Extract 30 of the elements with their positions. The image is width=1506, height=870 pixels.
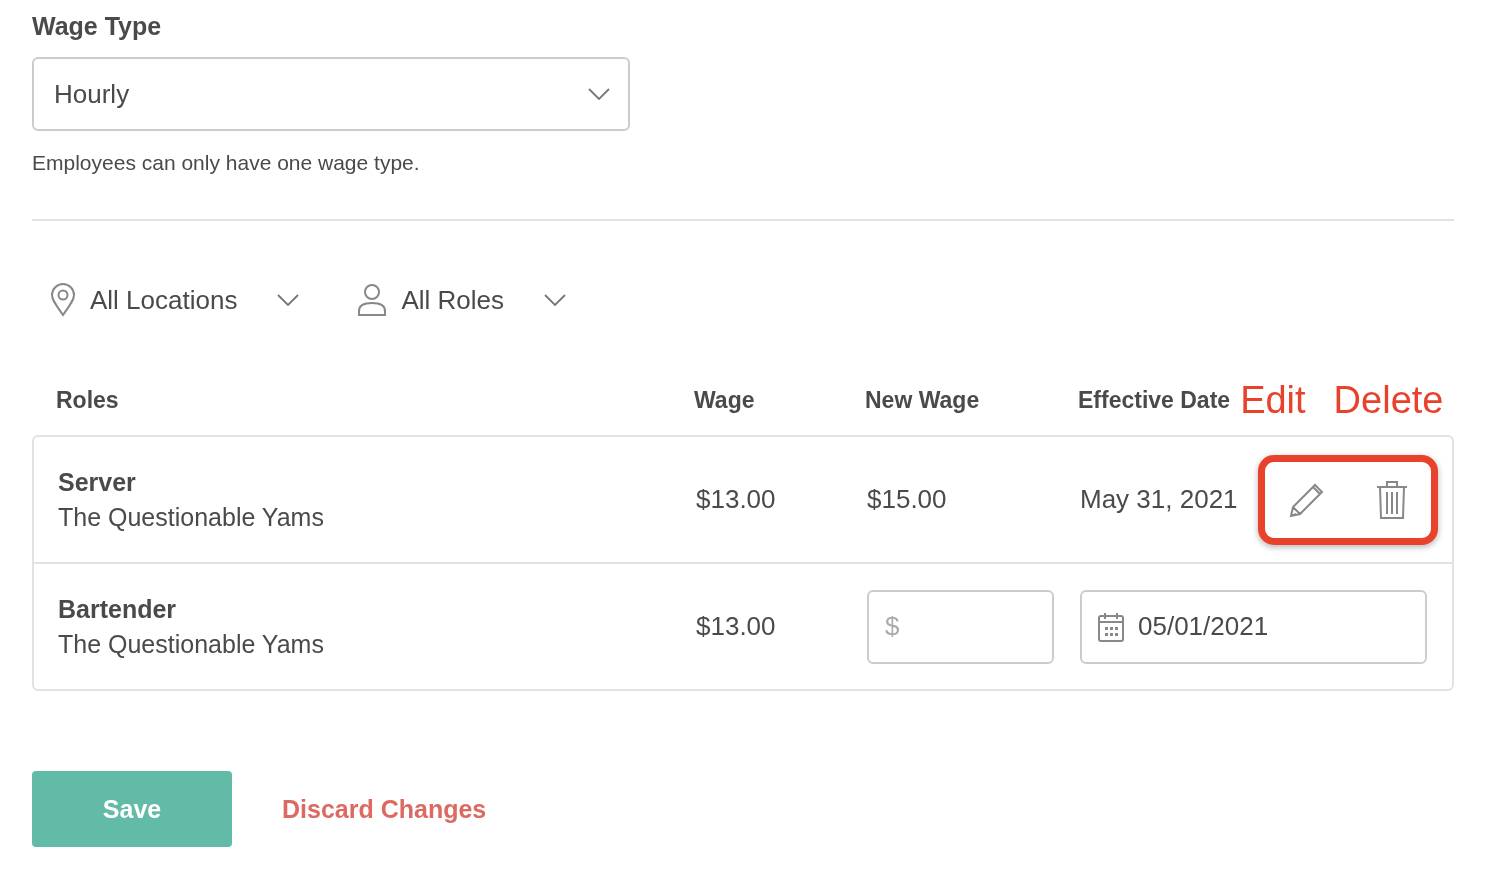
wage-cell-text: $13.00 xyxy=(696,611,777,642)
role-location: The Questionable Yams xyxy=(58,629,325,659)
effective-date-cell: May 31, 2021 xyxy=(1080,484,1238,515)
filter-dropdown[interactable]: All Locations xyxy=(50,283,300,317)
trash-icon xyxy=(1375,479,1409,520)
chevron-down-icon xyxy=(588,88,610,100)
column-header: Roles xyxy=(56,386,120,414)
field-label: Wage Type xyxy=(32,12,163,41)
column-header: Wage xyxy=(694,386,756,414)
select-value: Hourly xyxy=(54,78,130,110)
column-header: New Wage xyxy=(865,386,981,414)
filter-dropdown[interactable]: All Roles xyxy=(357,283,566,317)
map-pin-icon xyxy=(50,283,76,317)
wage-type-select[interactable]: Hourly xyxy=(32,57,630,131)
new-wage-cell-text: $15.00 xyxy=(867,484,948,515)
chevron-down-icon xyxy=(277,294,300,306)
calendar-icon xyxy=(1098,611,1124,642)
role-name: Server xyxy=(58,467,137,497)
helper-text: Employees can only have one wage type. xyxy=(32,151,420,175)
person-icon xyxy=(357,283,388,317)
date-input[interactable]: 05/01/2021 xyxy=(1080,589,1427,664)
role-location: The Questionable Yams xyxy=(58,502,325,532)
role-name: Bartender xyxy=(58,594,178,624)
delete-button[interactable] xyxy=(1375,479,1409,520)
chevron-down-icon xyxy=(544,294,566,306)
wage-cell-text: $13.00 xyxy=(696,484,777,515)
new-wage-input[interactable]: $ xyxy=(867,589,1054,664)
annotation-label: Delete xyxy=(1333,378,1444,422)
annotation-label: Edit xyxy=(1240,378,1306,422)
column-header: Effective Date xyxy=(1078,386,1231,414)
